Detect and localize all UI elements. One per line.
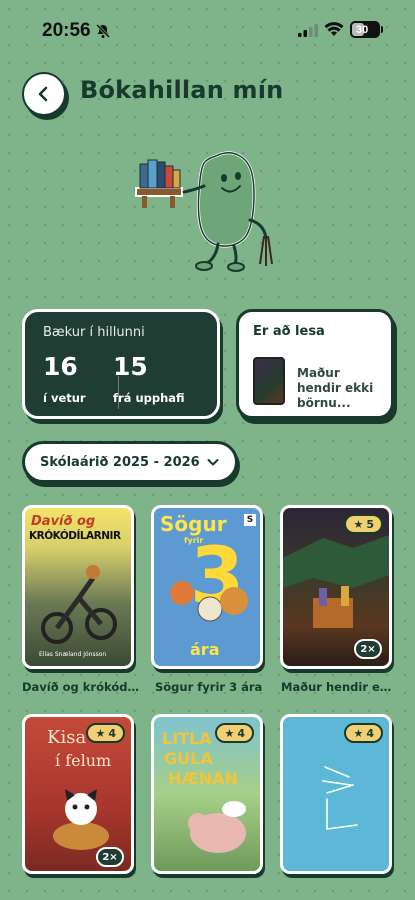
bell-muted-icon [95,23,111,39]
rating-badge: ★ 5 [344,514,383,534]
star-icon: ★ [224,726,235,740]
back-button[interactable] [22,72,66,116]
book-cover-text: LITLA [162,729,212,748]
currently-reading-title: Maður hendir ekki börnu... [297,366,374,410]
stats-label: Bækur í hillunni [43,325,145,340]
pig-illustration [188,801,246,853]
book-card[interactable]: LITLA GULA HÆNAN ★ 4 [151,714,263,874]
star-icon: ★ [353,726,364,740]
currently-reading-card[interactable]: Er að lesa Maður hendir ekki börnu... [236,309,394,419]
star-icon: ★ [95,726,106,740]
rating-badge: ★ 4 [86,723,125,743]
book-cover-text: í felum [55,751,112,770]
page-title: Bókahillan mín [80,76,284,104]
book-cover-text: HÆNAN [168,769,238,788]
cellular-signal-icon [298,24,318,37]
school-year-dropdown[interactable]: Skólaárið 2025 - 2026 [22,441,238,483]
book-card[interactable]: ★ 5 2× [280,505,392,669]
book-card[interactable]: Kisa í felum ★ 4 2× [22,714,134,874]
stats-since-start-label: frá upphafi [113,391,185,405]
book-cover-text: GULA [164,749,213,768]
book-cover-text: KRÓKÓDÍLARNIR [29,530,121,542]
book-cover-author: Elías Snæland Jónsson [39,651,107,658]
battery-icon: 30 [350,21,380,38]
chevron-down-icon [207,459,219,466]
book-cover-text: Davíð og [31,514,96,529]
stats-this-winter-value: 16 [43,352,78,381]
stats-since-start-value: 15 [113,352,148,381]
book-caption: Davíð og krókódí... [22,680,142,694]
school-year-selected: Skólaárið 2025 - 2026 [40,454,200,470]
chevron-left-icon [38,86,48,102]
book-cover-art [283,535,389,628]
cat-illustration [53,789,109,850]
book-card[interactable]: Sögur fyrir 3 ára S [151,505,263,669]
mascot-illustration [135,151,273,272]
animals-illustration [170,581,248,622]
placeholder-book-icon [322,766,358,830]
star-icon: ★ [353,517,364,531]
book-caption: Sögur fyrir 3 ára [155,680,263,694]
publisher-logo: S [244,514,256,526]
currently-reading-label: Er að lesa [253,324,325,339]
battery-level: 30 [356,23,369,36]
book-caption: Maður hendir ek... [281,680,395,694]
currently-reading-cover [253,357,285,405]
rating-badge: ★ 4 [344,723,383,743]
read-count-badge: 2× [96,847,124,867]
book-cover-text: ára [190,640,220,659]
wifi-icon [324,22,344,36]
bookshelf-stats-card: Bækur í hillunni 16 í vetur 15 frá uppha… [22,309,220,419]
book-cover-text: Kisa [47,727,87,748]
rating-badge: ★ 4 [215,723,254,743]
book-card[interactable]: Davíð og KRÓKÓDÍLARNIR Elías Snæland Jón… [22,505,134,669]
status-bar: 20:56 30 [0,0,415,60]
stats-this-winter-label: í vetur [43,391,86,405]
motorcycle-illustration [41,565,117,644]
book-card[interactable]: ★ 4 [280,714,392,874]
status-time: 20:56 [42,20,91,41]
bookshelf-icon [135,159,183,208]
read-count-badge: 2× [354,639,382,659]
